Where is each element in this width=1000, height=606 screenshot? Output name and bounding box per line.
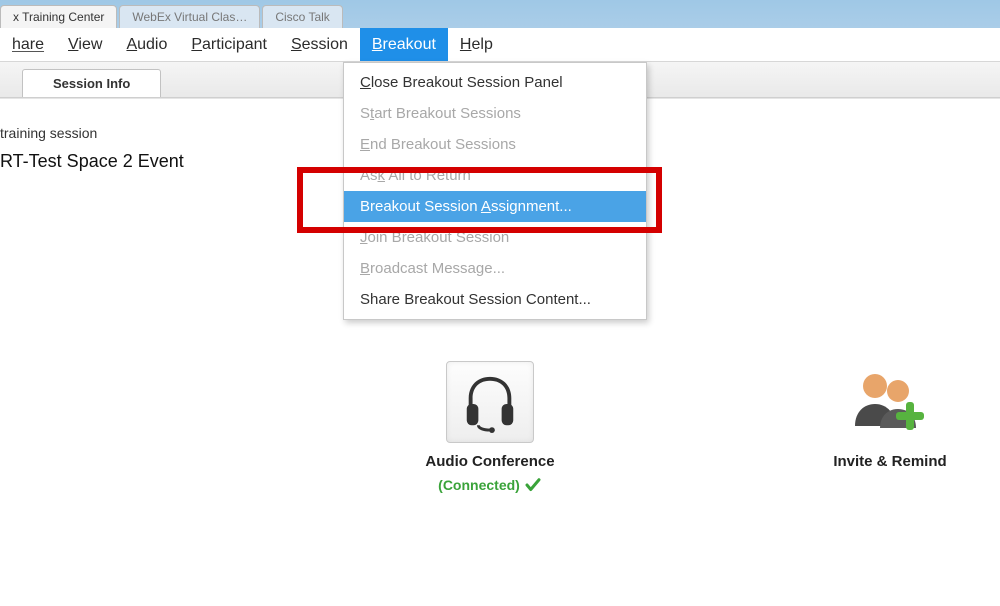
browser-tab[interactable]: x Training Center — [0, 5, 117, 28]
invite-people-icon — [846, 361, 934, 443]
menu-view[interactable]: View — [56, 28, 114, 61]
dd-close-panel[interactable]: Close Breakout Session Panel — [344, 67, 646, 98]
checkmark-icon — [524, 476, 542, 494]
menu-help[interactable]: Help — [448, 28, 505, 61]
headset-icon — [446, 361, 534, 443]
invite-remind-action[interactable]: Invite & Remind — [800, 361, 980, 494]
dd-share-content[interactable]: Share Breakout Session Content... — [344, 284, 646, 315]
dd-ask-return: Ask All to Return — [344, 160, 646, 191]
breakout-dropdown: Close Breakout Session Panel Start Break… — [343, 62, 647, 320]
dd-end-sessions: End Breakout Sessions — [344, 129, 646, 160]
tab-session-info[interactable]: Session Info — [22, 69, 161, 97]
audio-conference-action[interactable]: Audio Conference (Connected) — [400, 361, 580, 494]
dd-join-session: Join Breakout Session — [344, 222, 646, 253]
browser-tab-strip: x Training Center WebEx Virtual Clas… Ci… — [0, 0, 1000, 28]
invite-remind-label: Invite & Remind — [833, 453, 946, 470]
audio-status: (Connected) — [438, 476, 542, 494]
menu-share[interactable]: hare — [0, 28, 56, 61]
menu-session[interactable]: Session — [279, 28, 360, 61]
menu-participant[interactable]: Participant — [179, 28, 279, 61]
dd-breakout-assignment[interactable]: Breakout Session Assignment... — [344, 191, 646, 222]
action-row: Audio Conference (Connected) Invit — [0, 361, 1000, 494]
dd-start-sessions: Start Breakout Sessions — [344, 98, 646, 129]
menu-bar: hare View Audio Participant Session Brea… — [0, 28, 1000, 62]
audio-conference-label: Audio Conference — [425, 453, 554, 470]
browser-tab[interactable]: Cisco Talk — [262, 5, 342, 28]
menu-audio[interactable]: Audio — [114, 28, 179, 61]
dd-broadcast: Broadcast Message... — [344, 253, 646, 284]
browser-tab[interactable]: WebEx Virtual Clas… — [119, 5, 260, 28]
menu-breakout[interactable]: Breakout — [360, 28, 448, 61]
